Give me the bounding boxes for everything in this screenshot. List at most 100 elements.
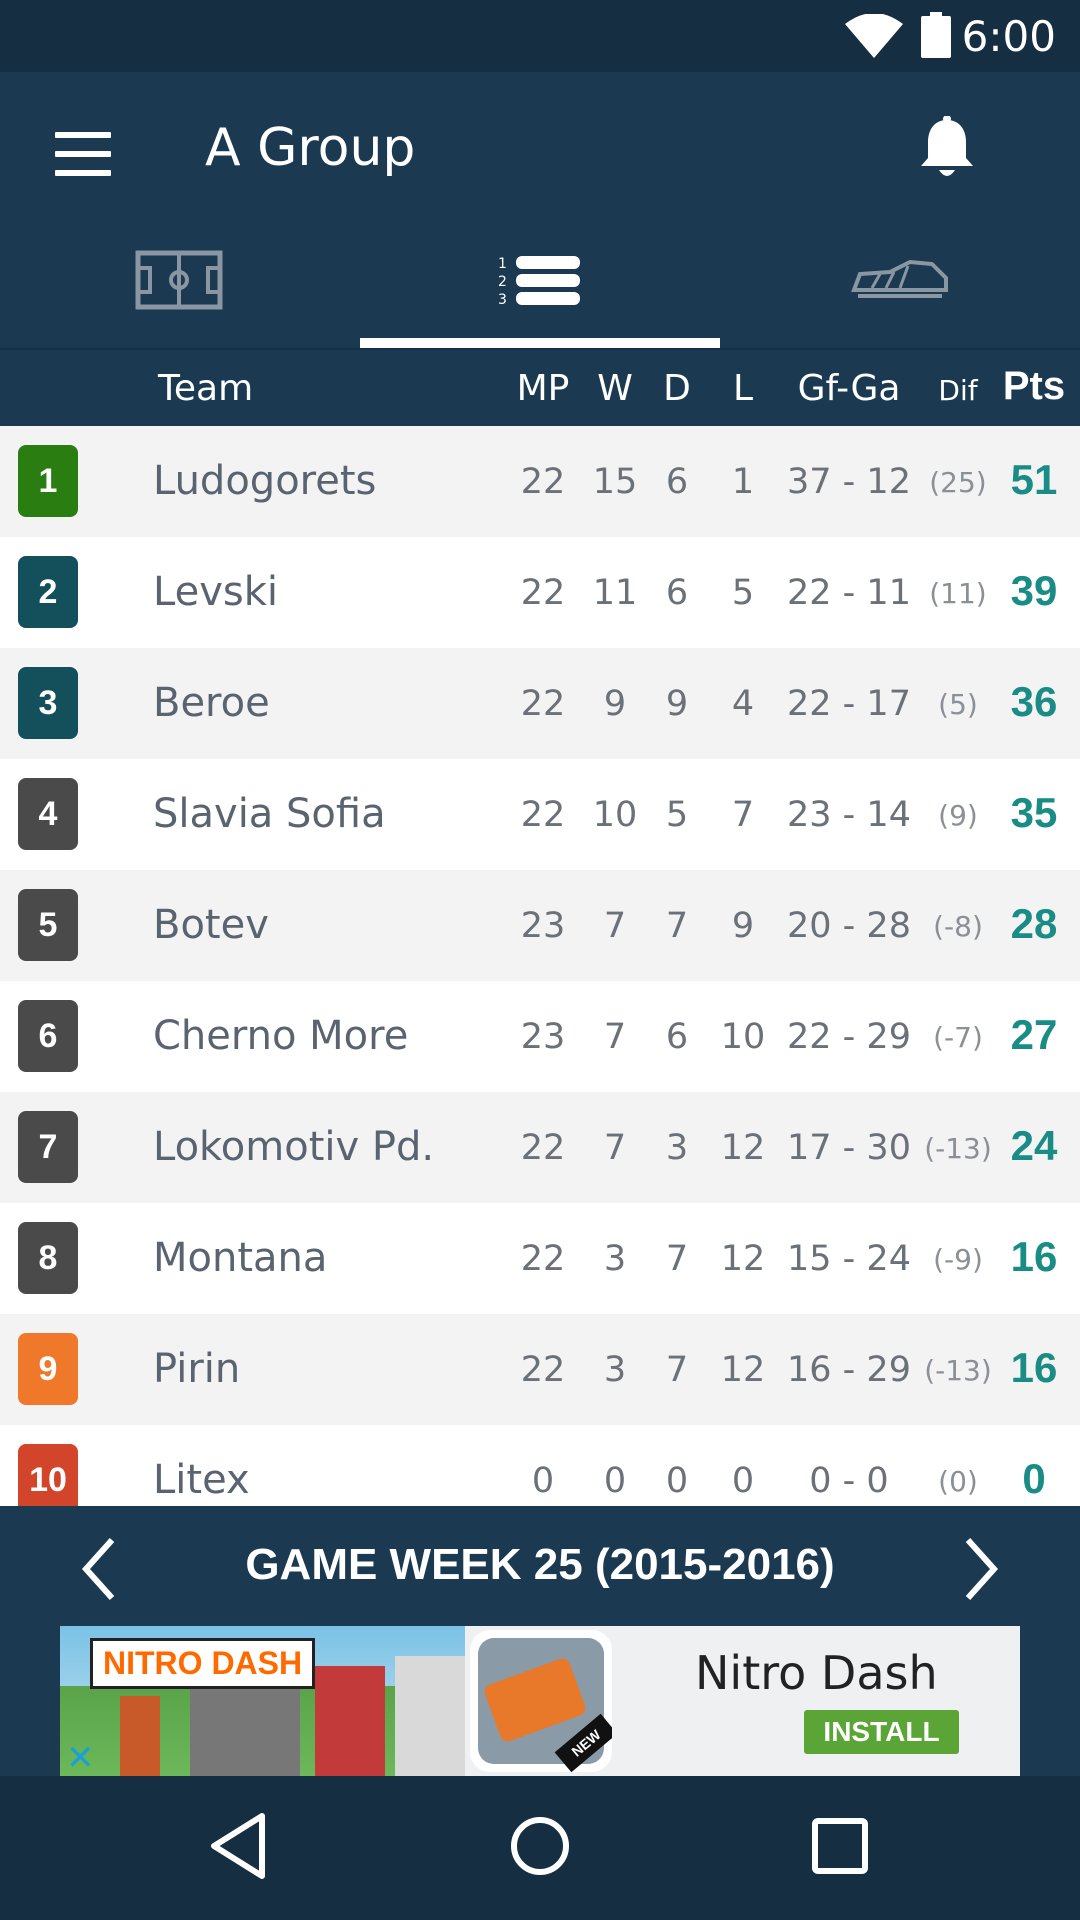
game-week-title: GAME WEEK 25 (2015-2016): [245, 1540, 835, 1589]
position-badge: 7: [18, 1111, 78, 1183]
cell-w: 10: [592, 795, 638, 835]
system-nav-bar: [0, 1776, 1080, 1920]
battery-icon: [921, 12, 951, 58]
table-row[interactable]: 9 Pirin 22 3 7 12 16 - 29 (-13) 16: [0, 1314, 1080, 1425]
position-badge: 1: [18, 445, 78, 517]
team-name: Litex: [153, 1457, 250, 1503]
header-w: W: [597, 368, 633, 409]
cell-w: 3: [603, 1239, 627, 1279]
cell-d: 7: [665, 1350, 689, 1390]
cell-d: 6: [665, 1017, 689, 1057]
standings-table: 1 Ludogorets 22 15 6 1 37 - 12 (25) 51 2 Levski 22 1…: [0, 426, 1080, 1506]
table-row[interactable]: 4 Slavia Sofia 22 10 5 7 23 - 14 (9) 35: [0, 759, 1080, 870]
cell-dif: (-8): [933, 910, 983, 943]
table-row[interactable]: 5 Botev 23 7 7 9 20 - 28 (-8) 28: [0, 870, 1080, 981]
cell-w: 9: [603, 684, 627, 724]
recents-icon[interactable]: [800, 1806, 880, 1886]
cell-l: 5: [731, 573, 755, 613]
ad-close-icon[interactable]: ✕: [66, 1738, 95, 1776]
home-icon[interactable]: [500, 1806, 580, 1886]
soccer-field-icon: [135, 250, 223, 310]
cell-gf-ga: 20 - 28: [787, 906, 911, 946]
cell-gf-ga: 22 - 11: [787, 573, 911, 613]
header-mp: MP: [516, 368, 570, 409]
header-dif: Dif: [938, 374, 978, 407]
cell-l: 12: [720, 1350, 766, 1390]
cell-mp: 22: [520, 573, 566, 613]
cell-w: 7: [603, 1128, 627, 1168]
header-d: D: [663, 368, 691, 409]
cell-gf-ga: 23 - 14: [787, 795, 911, 835]
cell-l: 0: [731, 1461, 755, 1501]
team-name: Slavia Sofia: [153, 791, 386, 837]
menu-button[interactable]: [55, 132, 113, 176]
standings-list-icon: 1 2 3: [498, 256, 580, 308]
svg-text:1: 1: [498, 256, 507, 272]
team-name: Botev: [153, 902, 269, 948]
tab-matches[interactable]: [0, 200, 360, 348]
team-name: Montana: [153, 1235, 328, 1281]
cell-dif: (9): [938, 799, 978, 832]
cell-dif: (11): [929, 577, 987, 610]
header-l: L: [732, 368, 754, 409]
cell-gf-ga: 15 - 24: [787, 1239, 911, 1279]
cell-pts: 39: [1010, 567, 1058, 614]
cell-w: 0: [603, 1461, 627, 1501]
table-row[interactable]: 6 Cherno More 23 7 6 10 22 - 29 (-7) 27: [0, 981, 1080, 1092]
cell-mp: 22: [520, 1128, 566, 1168]
cell-l: 10: [720, 1017, 766, 1057]
cell-pts: 16: [1010, 1344, 1058, 1391]
cell-dif: (-13): [924, 1354, 992, 1387]
next-week-icon[interactable]: [956, 1534, 1006, 1604]
cell-w: 7: [603, 1017, 627, 1057]
tab-standings[interactable]: 1 2 3: [360, 200, 720, 348]
game-week-bar: GAME WEEK 25 (2015-2016): [0, 1506, 1080, 1626]
cell-mp: 23: [520, 906, 566, 946]
cell-dif: (-7): [933, 1021, 983, 1054]
cell-w: 3: [603, 1350, 627, 1390]
cell-mp: 22: [520, 684, 566, 724]
cell-pts: 36: [1010, 678, 1058, 725]
cell-dif: (-9): [933, 1243, 983, 1276]
team-name: Levski: [153, 569, 278, 615]
football-boot-icon: [851, 260, 948, 298]
team-name: Ludogorets: [153, 458, 377, 504]
cell-gf-ga: 37 - 12: [787, 462, 911, 502]
cell-pts: 51: [1010, 456, 1058, 503]
bell-icon[interactable]: [918, 116, 976, 182]
table-row[interactable]: 1 Ludogorets 22 15 6 1 37 - 12 (25) 51: [0, 426, 1080, 537]
header-gf-ga: Gf-Ga: [797, 368, 901, 409]
team-name: Cherno More: [153, 1013, 409, 1059]
cell-l: 12: [720, 1239, 766, 1279]
cell-pts: 35: [1010, 789, 1058, 836]
table-row[interactable]: 3 Beroe 22 9 9 4 22 - 17 (5) 36: [0, 648, 1080, 759]
ad-install-button[interactable]: INSTALL: [804, 1710, 959, 1754]
svg-text:3: 3: [498, 292, 507, 308]
cell-mp: 0: [531, 1461, 555, 1501]
table-row[interactable]: 10 Litex 0 0 0 0 0 - 0 (0) 0: [0, 1425, 1080, 1506]
tab-scorers[interactable]: [720, 200, 1080, 348]
standings-header: Team MP W D L Gf-Ga Dif Pts: [0, 348, 1080, 426]
back-icon[interactable]: [200, 1806, 280, 1886]
cell-mp: 22: [520, 795, 566, 835]
position-badge: 9: [18, 1333, 78, 1405]
svg-text:2: 2: [498, 274, 507, 290]
position-badge: 8: [18, 1222, 78, 1294]
cell-d: 5: [665, 795, 689, 835]
cell-d: 6: [665, 573, 689, 613]
table-row[interactable]: 2 Levski 22 11 6 5 22 - 11 (11) 39: [0, 537, 1080, 648]
cell-mp: 22: [520, 462, 566, 502]
cell-dif: (5): [938, 688, 978, 721]
cell-gf-ga: 16 - 29: [787, 1350, 911, 1390]
table-row[interactable]: 7 Lokomotiv Pd. 22 7 3 12 17 - 30 (-13) 24: [0, 1092, 1080, 1203]
cell-d: 3: [665, 1128, 689, 1168]
position-badge: 4: [18, 778, 78, 850]
table-row[interactable]: 8 Montana 22 3 7 12 15 - 24 (-9) 16: [0, 1203, 1080, 1314]
cell-l: 9: [731, 906, 755, 946]
wifi-icon: [845, 14, 903, 58]
header-pts: Pts: [1002, 364, 1066, 408]
cell-gf-ga: 22 - 29: [787, 1017, 911, 1057]
position-badge: 10: [18, 1444, 78, 1506]
cell-d: 7: [665, 1239, 689, 1279]
ad-banner[interactable]: NITRO DASH ✕ NEW Nitro Dash INSTALL: [60, 1626, 1020, 1776]
